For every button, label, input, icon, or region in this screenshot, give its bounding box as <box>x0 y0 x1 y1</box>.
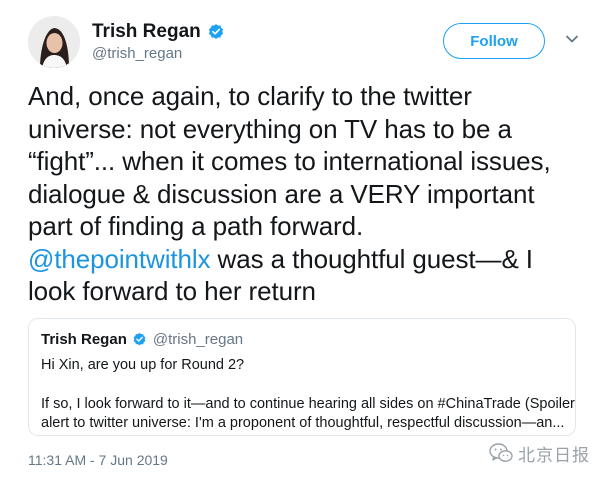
quoted-tweet-text: Hi Xin, are you up for Round 2? If so, I… <box>41 356 575 434</box>
author-name-row: Trish Regan <box>92 21 225 43</box>
tweet-card: Trish Regan @trish_regan Follow And, onc… <box>0 0 600 477</box>
quoted-text-line: alert to twitter universe: I'm a propone… <box>41 415 565 431</box>
tweet-text-line: “fight”... when it comes to internationa… <box>28 146 551 176</box>
quoted-author-handle: @trish_regan <box>152 331 244 348</box>
quoted-author-name: Trish Regan <box>41 331 127 348</box>
quoted-text-line: If so, I look forward to it—and to conti… <box>41 395 575 412</box>
quoted-tweet-header: Trish Regan @trish_regan <box>41 331 243 348</box>
watermark: 北京日报 <box>488 440 590 466</box>
author-handle[interactable]: @trish_regan <box>92 45 182 62</box>
quoted-text-line: Hi Xin, are you up for Round 2? <box>41 357 245 373</box>
quoted-tweet[interactable]: Trish Regan @trish_regan Hi Xin, are you… <box>28 318 576 436</box>
avatar[interactable] <box>28 16 80 68</box>
tweet-text-line: part of finding a path forward. <box>28 211 364 241</box>
tweet-text-line: dialogue & discussion are a VERY importa… <box>28 178 535 209</box>
quoted-text-gap <box>41 376 571 395</box>
verified-badge-icon <box>133 332 146 346</box>
tweet-text-line: And, once again, to clarify to the twitt… <box>28 81 472 111</box>
watermark-text: 北京日报 <box>518 445 590 465</box>
tweet-text-fragment: was a thoughtful guest—& I <box>210 243 533 274</box>
tweet-text-line: universe: not everything on TV has to be… <box>28 113 512 144</box>
tweet-text-line: look forward to her return <box>28 276 316 306</box>
mention-link[interactable]: @thepointwithlx <box>28 244 211 274</box>
wechat-logo-icon <box>489 443 513 462</box>
author-display-name[interactable]: Trish Regan <box>92 21 201 43</box>
chevron-down-icon[interactable] <box>565 32 579 46</box>
tweet-text: And, once again, to clarify to the twitt… <box>28 80 588 308</box>
tweet-text-line: @thepointwithlx was a thoughtful guest—&… <box>28 243 588 276</box>
follow-button[interactable]: Follow <box>443 23 545 59</box>
verified-badge-icon <box>208 24 223 39</box>
tweet-timestamp[interactable]: 11:31 AM - 7 Jun 2019 <box>28 452 168 468</box>
